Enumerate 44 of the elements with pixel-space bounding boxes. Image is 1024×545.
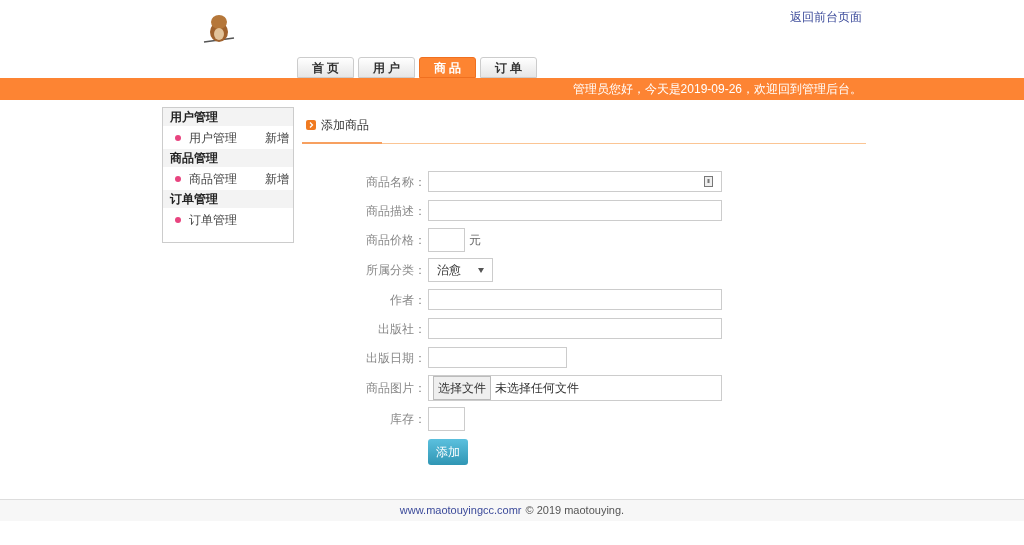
add-link[interactable]: 新增 bbox=[265, 128, 289, 147]
choose-file-button[interactable]: 选择文件 bbox=[433, 376, 491, 400]
number-field[interactable] bbox=[428, 407, 465, 431]
back-link[interactable]: 返回前台页面 bbox=[790, 8, 862, 26]
file-field[interactable]: 选择文件 未选择任何文件 bbox=[428, 375, 722, 401]
field-label: 出版社： bbox=[377, 320, 427, 338]
field-label: 出版日期： bbox=[365, 349, 427, 367]
text-field[interactable] bbox=[428, 318, 722, 339]
field-label: 商品描述： bbox=[365, 202, 427, 220]
nav-tab[interactable]: 首 页 bbox=[297, 57, 354, 78]
text-field[interactable] bbox=[428, 289, 722, 310]
field-label: 所属分类： bbox=[365, 262, 427, 279]
sidebar-link[interactable]: 用户管理 bbox=[189, 128, 237, 147]
section-title: 添加商品 bbox=[321, 117, 369, 134]
footer-link[interactable]: www.maotouyingcc.comr bbox=[399, 502, 522, 519]
caret-icon bbox=[478, 267, 484, 273]
bullet-icon bbox=[175, 216, 181, 223]
key-card-icon bbox=[704, 176, 713, 187]
add-link[interactable]: 新增 bbox=[265, 169, 289, 188]
text-field[interactable] bbox=[428, 171, 722, 192]
bullet-icon bbox=[175, 134, 181, 141]
date-field[interactable] bbox=[428, 347, 567, 368]
field-label: 商品名称： bbox=[365, 173, 427, 191]
field-label: 作者： bbox=[389, 291, 427, 309]
sidebar-link[interactable]: 订单管理 bbox=[189, 210, 237, 229]
select-value: 治愈 bbox=[437, 262, 461, 279]
nav-tab[interactable]: 用 户 bbox=[358, 57, 415, 78]
nav-tab[interactable]: 订 单 bbox=[480, 57, 537, 78]
field-label: 库存： bbox=[389, 411, 427, 428]
sidebar-heading: 用户管理 bbox=[163, 108, 293, 126]
unit-label: 元 bbox=[469, 232, 481, 249]
text-field[interactable] bbox=[428, 200, 722, 221]
field-label: 商品图片： bbox=[365, 380, 427, 397]
file-status: 未选择任何文件 bbox=[495, 380, 579, 397]
arrow-icon bbox=[306, 120, 316, 130]
field-label: 商品价格： bbox=[365, 232, 427, 249]
category-select[interactable]: 治愈 bbox=[428, 258, 493, 282]
copyright-text: © 2019 maotouying. bbox=[525, 503, 625, 519]
sidebar-heading: 订单管理 bbox=[163, 190, 293, 208]
number-field[interactable] bbox=[428, 228, 465, 252]
sidebar-link[interactable]: 商品管理 bbox=[189, 169, 237, 188]
bullet-icon bbox=[175, 175, 181, 182]
sidebar-heading: 商品管理 bbox=[163, 149, 293, 167]
welcome-bar: 管理员您好，今天是2019-09-26，欢迎回到管理后台。 bbox=[0, 78, 1024, 100]
